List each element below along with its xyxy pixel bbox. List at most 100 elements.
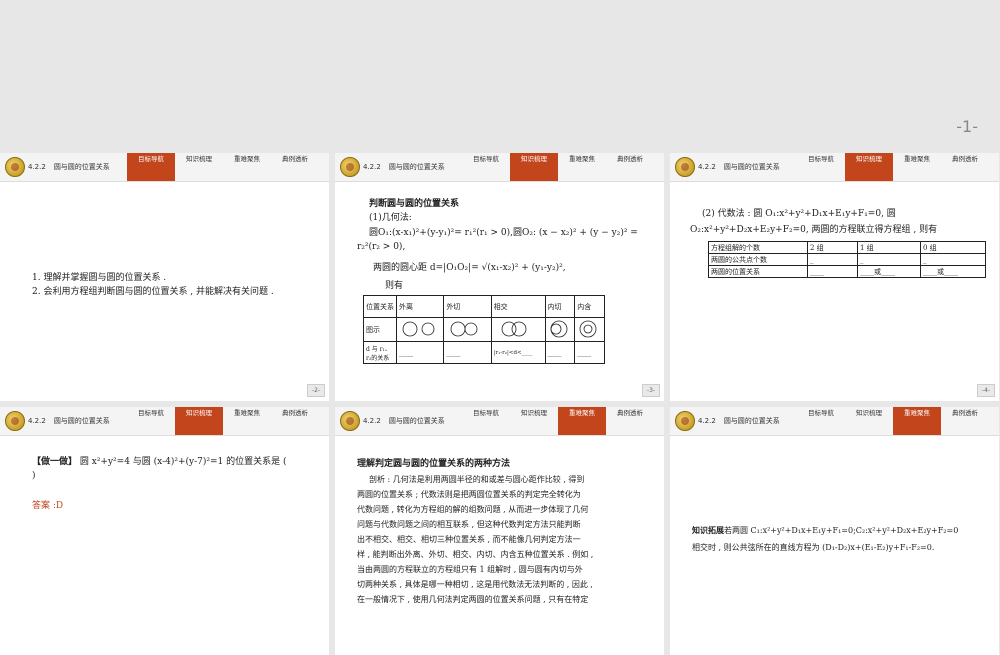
breadcrumb: 4.2.2 圆与圆的位置关系 [363, 163, 445, 171]
answer-text: 答案 :D [32, 501, 64, 511]
section-title: 判断圆与圆的位置关系 [369, 199, 460, 209]
table-cell: _ [807, 253, 858, 266]
relation-cell: |r₁-r₂|<d<____ [490, 341, 546, 364]
breadcrumb: 4.2.2 圆与圆的位置关系 [28, 417, 110, 425]
analysis-line: 两圆的位置关系 ; 代数法则是把两圆位置关系的判定完全转化为 [357, 490, 581, 499]
tab-examples[interactable]: 典例透析 [271, 153, 319, 181]
tab-focus[interactable]: 重难聚焦 [558, 407, 606, 435]
table-cell: 2 组 [807, 241, 858, 254]
row-label: 图示 [363, 317, 397, 342]
tab-examples[interactable]: 典例透析 [271, 407, 319, 435]
slide-header: 4.2.2 圆与圆的位置关系 目标导航 知识梳理 重难聚焦 典例透析 [0, 407, 329, 436]
algebra-line-1: (2) 代数法 : 圆 O₁:x²+y²+D₁x+E₁y+F₁=0, 圆 [702, 209, 896, 219]
algebra-line-2: O₂:x²+y²+D₂x+E₂y+F₂=0, 两圆的方程联立得方程组 , 则有 [690, 225, 938, 235]
slide-5[interactable]: 4.2.2 圆与圆的位置关系 目标导航 知识梳理 重难聚焦 典例透析 【做一做】 … [0, 407, 329, 655]
tab-examples[interactable]: 典例透析 [606, 407, 654, 435]
tab-focus[interactable]: 重难聚焦 [893, 153, 941, 181]
circle-equations: 圆O₁:(x-x₁)²+(y-y₁)²= r₁²(r₁ > 0),圆O₂: (x… [369, 228, 638, 238]
relation-cell: ____ [443, 341, 492, 364]
tab-focus[interactable]: 重难聚焦 [893, 407, 941, 435]
header-cell: 外切 [443, 295, 492, 318]
school-logo-icon [675, 157, 695, 177]
slide-6[interactable]: 4.2.2 圆与圆的位置关系 目标导航 知识梳理 重难聚焦 典例透析 理解判定圆与… [335, 407, 664, 655]
relation-cell: ____ [574, 341, 605, 364]
slide-page-number: -4- [977, 384, 995, 397]
slide-header: 4.2.2 圆与圆的位置关系 目标导航 知识梳理 重难聚焦 典例透析 [670, 407, 999, 436]
tab-knowledge[interactable]: 知识梳理 [510, 153, 558, 181]
table-cell: ____或____ [920, 265, 986, 278]
header-cell: 相交 [490, 295, 546, 318]
figure-external-tangent [443, 317, 492, 342]
tab-examples[interactable]: 典例透析 [606, 153, 654, 181]
table-cell: _ [857, 253, 921, 266]
slide-header: 4.2.2 圆与圆的位置关系 目标导航 知识梳理 重难聚焦 典例透析 [0, 153, 329, 182]
slide-3[interactable]: 4.2.2 圆与圆的位置关系 目标导航 知识梳理 重难聚焦 典例透析 判断圆与圆的… [335, 153, 664, 401]
tab-focus[interactable]: 重难聚焦 [223, 407, 271, 435]
analysis-line: 出不相交、相交、相切三种位置关系 , 而不能像几何判定方法一 [357, 535, 581, 544]
tab-examples[interactable]: 典例透析 [941, 153, 989, 181]
tab-examples[interactable]: 典例透析 [941, 407, 989, 435]
table-cell: 方程组解的个数 [708, 241, 808, 254]
goal-line-1: 1. 理解并掌握圆与圆的位置关系 . [32, 273, 167, 283]
row-label: d 与 r₁、r₂的关系 [363, 341, 397, 364]
tab-knowledge[interactable]: 知识梳理 [175, 407, 223, 435]
tab-focus[interactable]: 重难聚焦 [223, 153, 271, 181]
tab-goal[interactable]: 目标导航 [797, 153, 845, 181]
school-logo-icon [5, 411, 25, 431]
breadcrumb: 4.2.2 圆与圆的位置关系 [698, 163, 780, 171]
analysis-line: 问题与代数问题之间的相互联系 , 但这种代数判定方法只能判断 [357, 520, 581, 529]
extension-label: 知识拓展 [692, 526, 724, 535]
tab-goal[interactable]: 目标导航 [127, 407, 175, 435]
tab-goal[interactable]: 目标导航 [462, 407, 510, 435]
analysis-line: 切两种关系 , 具体是哪一种相切 , 这是用代数法无法判断的 , 因此 , [357, 580, 593, 589]
header-cell: 位置关系 [363, 295, 397, 318]
breadcrumb: 4.2.2 圆与圆的位置关系 [28, 163, 110, 171]
table-cell: _ [920, 253, 986, 266]
tab-knowledge[interactable]: 知识梳理 [845, 407, 893, 435]
figure-intersect [490, 317, 546, 342]
tab-focus[interactable]: 重难聚焦 [558, 153, 606, 181]
solution-table: 方程组解的个数 2 组 1 组 0 组 两圆的公共点个数 _ _ _ 两圆的位置… [708, 241, 986, 278]
figure-contain [574, 317, 605, 342]
header-cell: 内切 [544, 295, 576, 318]
tab-knowledge[interactable]: 知识梳理 [510, 407, 558, 435]
breadcrumb: 4.2.2 圆与圆的位置关系 [363, 417, 445, 425]
school-logo-icon [340, 157, 360, 177]
analysis-line: 在一般情况下 , 使用几何法判定两圆的位置关系问题 , 只有在特定 [357, 595, 589, 604]
table-cell: 0 组 [920, 241, 986, 254]
table-cell: 1 组 [857, 241, 921, 254]
section-title: 理解判定圆与圆的位置关系的两种方法 [357, 459, 511, 469]
exercise-label: 【做一做】 [32, 457, 78, 467]
school-logo-icon [5, 157, 25, 177]
relation-cell: ____ [544, 341, 576, 364]
figure-separate [395, 317, 445, 342]
analysis-line: 代数问题 , 转化为方程组的解的组数问题 , 从而进一步体现了几何 [357, 505, 589, 514]
slide-4[interactable]: 4.2.2 圆与圆的位置关系 目标导航 知识梳理 重难聚焦 典例透析 (2) 代数… [670, 153, 999, 401]
exercise-text: 圆 x²+y²=4 与圆 (x-4)²+(y-7)²=1 的位置关系是 ( [77, 457, 287, 467]
goal-line-2: 2. 会利用方程组判断圆与圆的位置关系 , 并能解决有关问题 . [32, 287, 274, 297]
header-cell: 内含 [574, 295, 605, 318]
circle-equations-cont: r₂²(r₂ > 0), [357, 242, 406, 252]
table-cell: 两圆的位置关系 [708, 265, 808, 278]
slide-header: 4.2.2 圆与圆的位置关系 目标导航 知识梳理 重难聚焦 典例透析 [335, 407, 664, 436]
tab-knowledge[interactable]: 知识梳理 [845, 153, 893, 181]
table-cell: ____ [807, 265, 858, 278]
slide-header: 4.2.2 圆与圆的位置关系 目标导航 知识梳理 重难聚焦 典例透析 [670, 153, 999, 182]
tab-goal[interactable]: 目标导航 [797, 407, 845, 435]
tab-goal[interactable]: 目标导航 [127, 153, 175, 181]
analysis-line: 当由两圆的方程联立的方程组只有 1 组解时 , 圆与圆有内切与外 [357, 565, 583, 574]
slide-2[interactable]: 4.2.2 圆与圆的位置关系 目标导航 知识梳理 重难聚焦 典例透析 1. 理解并… [0, 153, 329, 401]
tab-goal[interactable]: 目标导航 [462, 153, 510, 181]
table-cell: 两圆的公共点个数 [708, 253, 808, 266]
extension-line-1: 知识拓展若两圆 C₁:x²+y²+D₁x+E₁y+F₁=0;C₂:x²+y²+D… [692, 524, 958, 538]
analysis-line: 样 , 能判断出外离、外切、相交、内切、内含五种位置关系 . 例如 , [357, 550, 594, 559]
header-cell: 外离 [395, 295, 445, 318]
figure-internal-tangent [544, 317, 576, 342]
slide-header: 4.2.2 圆与圆的位置关系 目标导航 知识梳理 重难聚焦 典例透析 [335, 153, 664, 182]
school-logo-icon [675, 411, 695, 431]
tab-knowledge[interactable]: 知识梳理 [175, 153, 223, 181]
page-number: -1- [956, 117, 978, 136]
slide-page-number: -3- [642, 384, 660, 397]
slide-7[interactable]: 4.2.2 圆与圆的位置关系 目标导航 知识梳理 重难聚焦 典例透析 知识拓展若两… [670, 407, 999, 655]
extension-line-2: 相交时 , 则公共弦所在的直线方程为 (D₁-D₂)x+(E₁-E₂)y+F₁-… [692, 543, 935, 552]
